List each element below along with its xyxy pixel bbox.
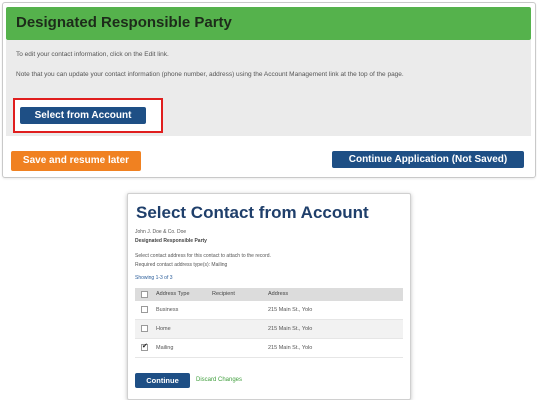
address-type-cell: Business [156, 307, 179, 313]
address-type-cell: Home [156, 326, 171, 332]
required-text: Required contact address type(s): Mailin… [135, 262, 228, 268]
showing-count: Showing 1-3 of 3 [135, 275, 173, 281]
select-all-checkbox[interactable] [141, 291, 148, 298]
table-header: Address Type Recipient Address [135, 288, 403, 301]
address-table: Address Type Recipient Address Business … [135, 288, 403, 358]
table-row[interactable]: Business 215 Main St., Yolo [135, 301, 403, 320]
address-cell: 215 Main St., Yolo [268, 345, 313, 351]
checkmark-icon: ✔ [142, 343, 148, 350]
address-cell: 215 Main St., Yolo [268, 326, 313, 332]
continue-application-button[interactable]: Continue Application (Not Saved) [332, 151, 524, 168]
panel-title: Designated Responsible Party [16, 14, 232, 31]
select-contact-dialog: Select Contact from Account John J. Doe … [127, 193, 411, 400]
table-row[interactable]: Home 215 Main St., Yolo [135, 320, 403, 339]
address-type-cell: Mailing [156, 345, 174, 351]
save-resume-later-button[interactable]: Save and resume later [11, 151, 141, 171]
row-checkbox[interactable] [141, 306, 148, 313]
column-header-address: Address [268, 291, 289, 297]
select-from-account-button[interactable]: Select from Account [20, 107, 146, 124]
column-header-address-type: Address Type [156, 291, 190, 297]
highlight-box: Select from Account [13, 98, 163, 133]
row-checkbox-checked[interactable]: ✔ [141, 343, 148, 351]
panel-note-text: Note that you can update your contact in… [16, 71, 404, 78]
discard-changes-link[interactable]: Discard Changes [196, 377, 242, 383]
instruction-text: Select contact address for this contact … [135, 253, 271, 259]
row-checkbox[interactable] [141, 325, 148, 332]
address-cell: 215 Main St., Yolo [268, 307, 313, 313]
dialog-title: Select Contact from Account [136, 203, 369, 222]
panel-header: Designated Responsible Party [6, 7, 531, 40]
designated-party-panel: Designated Responsible Party To edit you… [2, 2, 536, 178]
column-header-recipient: Recipient [212, 291, 235, 297]
panel-intro-text: To edit your contact information, click … [16, 51, 169, 58]
contact-name: John J. Doe & Co. Doe [135, 229, 187, 235]
dialog-continue-button[interactable]: Continue [135, 373, 190, 388]
contact-role: Designated Responsible Party [135, 238, 207, 244]
table-row[interactable]: ✔ Mailing 215 Main St., Yolo [135, 339, 403, 358]
